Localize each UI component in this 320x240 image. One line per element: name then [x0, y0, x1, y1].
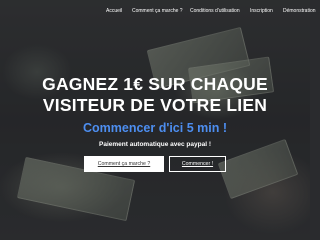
hero-background — [0, 0, 310, 240]
nav-link-signup[interactable]: Inscription — [250, 8, 273, 14]
nav-link-terms[interactable]: Conditions d'utilisation — [190, 8, 240, 14]
nav-link-demo[interactable]: Démonstration — [283, 8, 316, 14]
hero-subtitle: Commencer d'ici 5 min ! — [83, 121, 227, 135]
start-button[interactable]: Commencer ! — [169, 156, 226, 172]
how-it-works-button[interactable]: Comment ça marche ? — [84, 156, 164, 172]
hero-overlay — [0, 0, 310, 240]
hero-title: GAGNEZ 1€ SUR CHAQUE VISITEUR DE VOTRE L… — [0, 74, 310, 116]
hero-tagline: Paiement automatique avec paypal ! — [99, 141, 211, 148]
nav-link-how-it-works[interactable]: Comment ça marche ? — [132, 8, 183, 14]
hero-title-line-1: GAGNEZ 1€ SUR CHAQUE — [42, 74, 268, 94]
nav-link-home[interactable]: Accueil — [106, 8, 122, 14]
top-navigation: Accueil Comment ça marche ? Conditions d… — [0, 8, 316, 20]
hero-title-line-2: VISITEUR DE VOTRE LIEN — [42, 95, 268, 115]
